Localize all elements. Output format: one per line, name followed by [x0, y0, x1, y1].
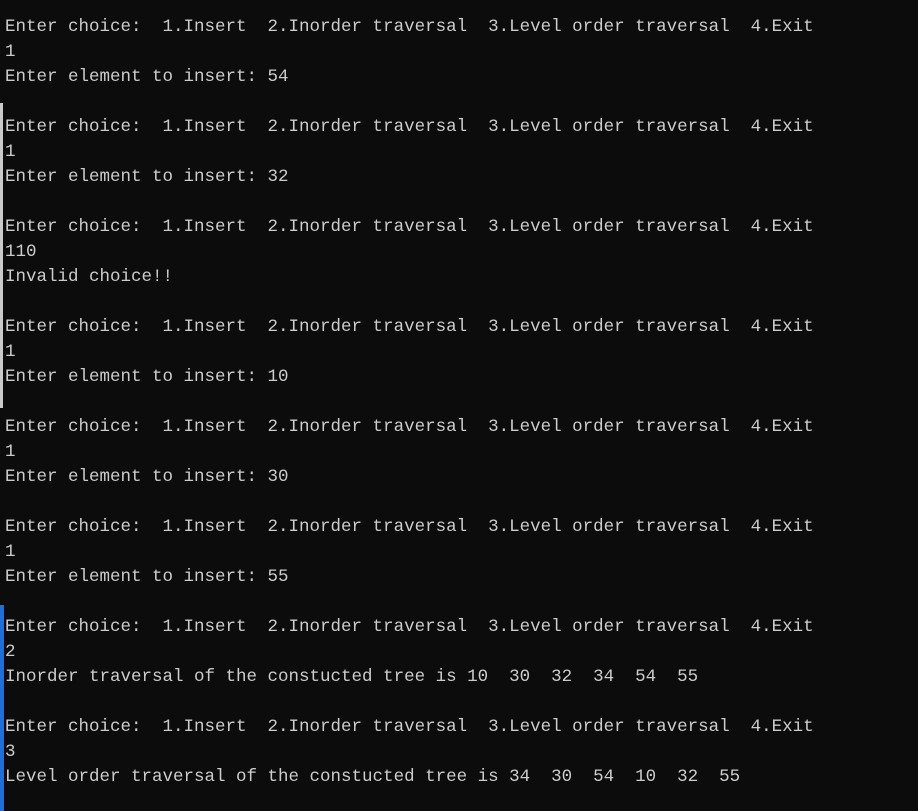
console-line: Level order traversal of the constucted …: [5, 767, 741, 787]
console-line: Enter choice: 1.Insert 2.Inorder travers…: [5, 417, 814, 437]
console-line: Enter choice: 1.Insert 2.Inorder travers…: [5, 17, 814, 37]
console-line: Enter element to insert: 10: [5, 367, 289, 387]
console-line: Enter choice: 1.Insert 2.Inorder travers…: [5, 117, 814, 137]
console-line: Invalid choice!!: [5, 267, 174, 287]
console-line: Enter choice: 1.Insert 2.Inorder travers…: [5, 317, 814, 337]
console-line: 1: [5, 342, 16, 362]
console-line: 1: [5, 142, 16, 162]
console-output[interactable]: Enter choice: 1.Insert 2.Inorder travers…: [0, 0, 918, 811]
console-line: 1: [5, 542, 16, 562]
console-line: 3: [5, 742, 16, 762]
console-line: Enter choice: 1.Insert 2.Inorder travers…: [5, 717, 814, 737]
window-edge-accent: [0, 605, 4, 811]
console-line: Enter element to insert: 55: [5, 567, 289, 587]
console-line: Enter element to insert: 30: [5, 467, 289, 487]
console-line: 1: [5, 442, 16, 462]
console-line: 2: [5, 642, 16, 662]
console-line: Enter choice: 1.Insert 2.Inorder travers…: [5, 217, 814, 237]
console-line: Enter element to insert: 54: [5, 67, 289, 87]
console-line: 1: [5, 42, 16, 62]
console-line: Inorder traversal of the constucted tree…: [5, 667, 699, 687]
console-line: Enter choice: 1.Insert 2.Inorder travers…: [5, 617, 814, 637]
window-edge-highlight: [0, 103, 3, 408]
console-line: Enter choice: 1.Insert 2.Inorder travers…: [5, 517, 814, 537]
console-line: 110: [5, 242, 37, 262]
console-line: Enter element to insert: 32: [5, 167, 289, 187]
